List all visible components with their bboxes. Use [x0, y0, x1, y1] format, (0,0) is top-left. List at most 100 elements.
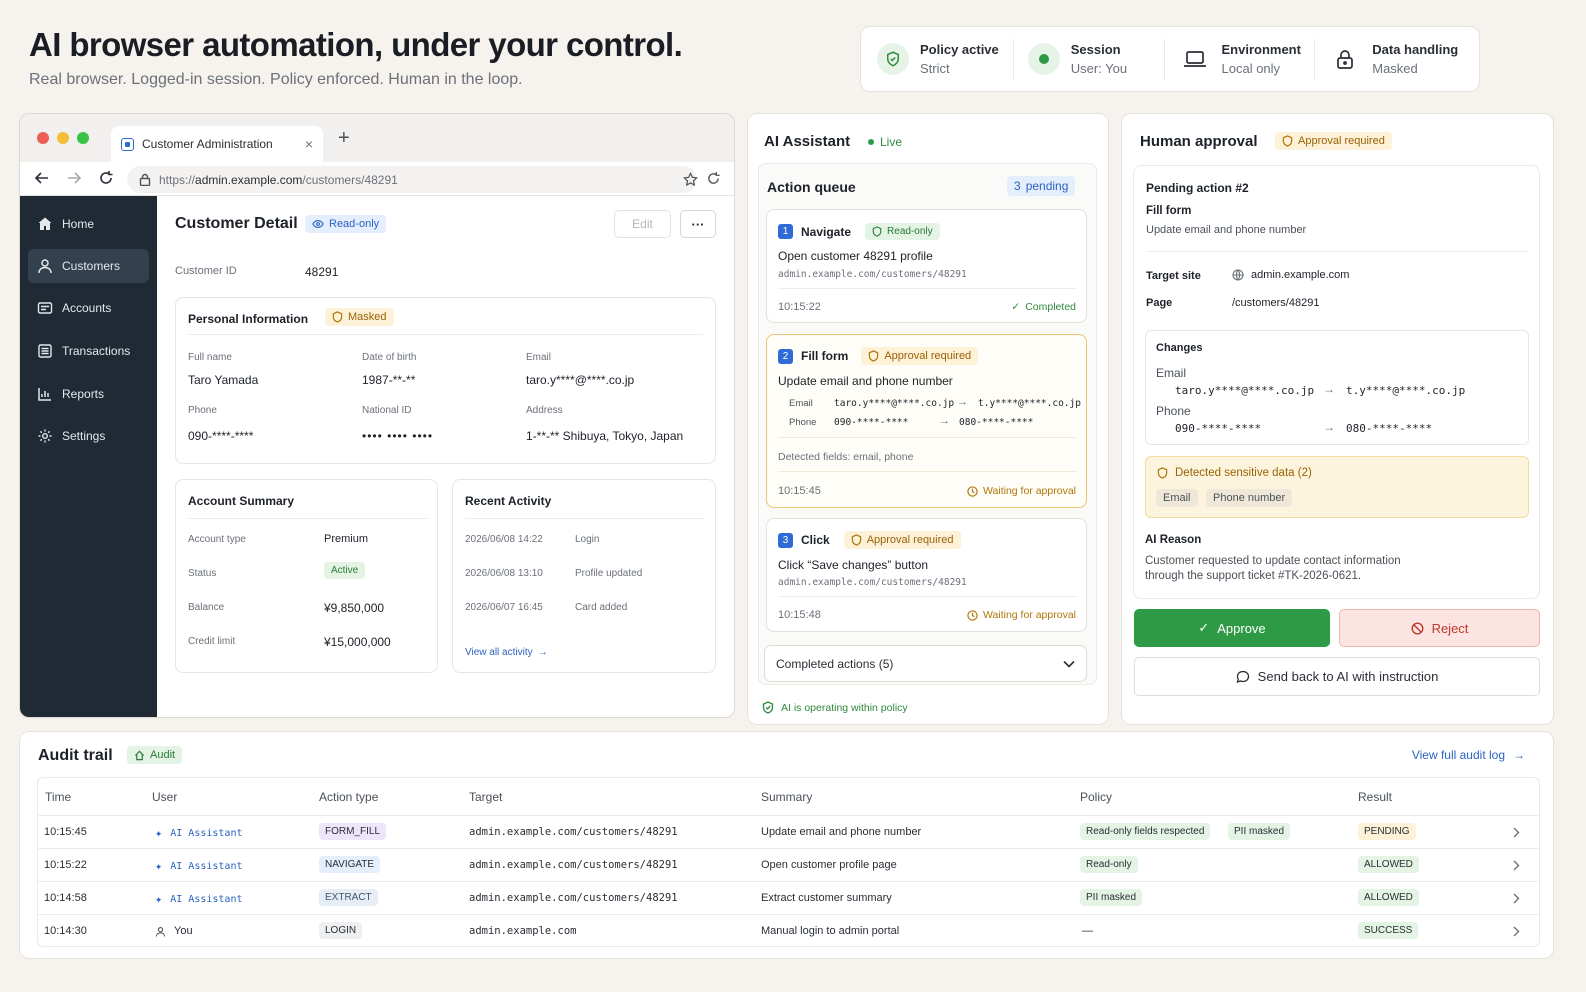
completed-actions-dropdown[interactable]: Completed actions (5) — [764, 645, 1087, 682]
chevron-right-icon[interactable] — [1513, 860, 1520, 871]
lock-icon — [1329, 43, 1361, 75]
sensitive-tag-email: Email — [1156, 489, 1198, 507]
arrow-right-icon: → — [1323, 382, 1335, 396]
chevron-right-icon[interactable] — [1513, 827, 1520, 838]
check-icon: ✓ — [1198, 620, 1210, 635]
laptop-icon — [1179, 43, 1211, 75]
pending-action-card: Pending action #2 Fill form Update email… — [1133, 165, 1540, 599]
chevron-right-icon[interactable] — [1513, 893, 1520, 904]
close-window-button[interactable] — [37, 132, 49, 144]
ai-assistant-title: AI Assistant — [764, 133, 851, 150]
recent-activity-card: Recent Activity 2026/06/08 14:22 Login 2… — [452, 479, 716, 673]
table-row[interactable]: 10:15:45 ✦ AI Assistant FORM_FILL admin.e… — [37, 815, 1540, 848]
shield-icon — [1157, 467, 1168, 479]
sidebar-item-customers[interactable]: Customers — [28, 249, 149, 283]
browser-window: Customer Administration × + https://admi… — [19, 113, 735, 718]
home-icon — [134, 750, 145, 760]
customer-id-value: 48291 — [305, 265, 339, 279]
shield-icon — [1282, 135, 1293, 147]
phone-value: 090-****-**** — [188, 429, 254, 443]
result-badge: ALLOWED — [1358, 889, 1419, 906]
shield-check-icon — [877, 43, 909, 75]
bookmark-star-icon[interactable] — [683, 172, 698, 187]
queue-item-fill-form[interactable]: 2 Fill form Approval required Update ema… — [766, 334, 1087, 508]
sensitive-tag-phone: Phone number — [1206, 489, 1293, 507]
close-tab-icon[interactable]: × — [305, 136, 313, 152]
action-type-badge: NAVIGATE — [319, 856, 381, 873]
queue-item-click[interactable]: 3 Click Approval required Click “Save ch… — [766, 518, 1087, 632]
arrow-right-icon: → — [957, 396, 968, 408]
shield-icon — [851, 534, 861, 546]
status-policy: Policy active Strict — [875, 39, 1013, 79]
table-row[interactable]: 10:14:58 ✦ AI Assistant EXTRACT admin.exa… — [37, 881, 1540, 914]
action-type-badge: LOGIN — [319, 922, 363, 939]
sparkle-icon: ✦ — [155, 826, 163, 840]
status-bar: Policy active Strict Session User: You Env… — [860, 26, 1480, 92]
arrow-right-icon: → — [1323, 420, 1335, 434]
new-tab-button[interactable]: + — [338, 128, 350, 148]
policy-badge: PII masked — [1228, 823, 1291, 840]
gear-icon — [38, 429, 52, 443]
sparkle-icon: ✦ — [155, 892, 163, 906]
arrow-right-icon: → — [537, 647, 548, 658]
view-all-activity-link[interactable]: View all activity → — [465, 647, 548, 658]
browser-tabbar: Customer Administration × + — [20, 114, 734, 162]
action-type-badge: FORM_FILL — [319, 823, 387, 840]
policy-badge: Read-only — [1080, 856, 1138, 873]
page-title: AI browser automation, under your contro… — [29, 26, 683, 63]
account-summary-card: Account Summary Account type Premium Sta… — [175, 479, 438, 673]
completed-status: ✓ Completed — [1011, 301, 1076, 313]
pending-count-badge: 3 pending — [1007, 176, 1076, 196]
policy-badge: Read-only fields respected — [1080, 823, 1211, 840]
shield-icon — [332, 311, 343, 323]
clock-icon — [967, 485, 978, 497]
approve-button[interactable]: ✓ Approve — [1134, 609, 1330, 647]
view-full-audit-log-link[interactable]: View full audit log → — [1412, 748, 1525, 762]
list-icon — [38, 344, 52, 358]
extension-icon[interactable] — [706, 171, 721, 186]
message-icon — [1236, 670, 1249, 683]
sidebar-item-reports[interactable]: Reports — [28, 377, 149, 411]
address-bar[interactable]: https://admin.example.com/customers/4829… — [127, 166, 698, 193]
reload-icon[interactable] — [98, 170, 114, 186]
check-icon: ✓ — [1011, 301, 1021, 313]
sidebar-item-home[interactable]: Home — [28, 207, 149, 241]
queue-item-navigate[interactable]: 1 Navigate Read-only Open customer 48291… — [766, 209, 1087, 323]
ai-assistant-panel: AI Assistant Live Action queue 3 pending … — [747, 113, 1109, 725]
green-dot-icon — [868, 139, 874, 145]
globe-icon — [1232, 269, 1244, 281]
personal-information-card: Personal Information Masked Full name Ta… — [175, 297, 716, 464]
edit-button[interactable]: Edit — [614, 210, 671, 238]
table-row[interactable]: 10:15:22 ✦ AI Assistant NAVIGATE admin.ex… — [37, 848, 1540, 881]
send-back-button[interactable]: Send back to AI with instruction — [1134, 657, 1540, 696]
action-type-badge: EXTRACT — [319, 889, 378, 906]
read-only-badge: Read-only — [865, 223, 940, 240]
maximize-window-button[interactable] — [77, 132, 89, 144]
email-value: taro.y****@****.co.jp — [526, 373, 635, 387]
back-arrow-icon[interactable] — [34, 170, 50, 186]
sidebar-item-transactions[interactable]: Transactions — [28, 334, 149, 368]
status-environment: Environment Local only — [1163, 39, 1315, 79]
sidebar-item-settings[interactable]: Settings — [28, 419, 149, 453]
browser-tab[interactable]: Customer Administration × — [111, 126, 323, 162]
reject-button[interactable]: Reject — [1339, 609, 1540, 647]
user-icon — [38, 259, 52, 274]
wallet-icon — [37, 302, 53, 314]
green-dot-icon — [1027, 43, 1060, 75]
home-icon — [38, 217, 52, 230]
forward-arrow-icon[interactable] — [66, 170, 82, 186]
more-options-button[interactable]: ··· — [680, 210, 716, 238]
table-row[interactable]: 10:14:30 You LOGIN admin.example.com Man… — [37, 914, 1540, 947]
national-id-value: •••• •••• •••• — [362, 429, 434, 443]
chevron-right-icon[interactable] — [1513, 926, 1520, 937]
minimize-window-button[interactable] — [57, 132, 69, 144]
sidebar-item-accounts[interactable]: Accounts — [28, 291, 149, 325]
human-approval-title: Human approval — [1140, 133, 1258, 150]
approval-required-badge: Approval required — [1275, 132, 1392, 150]
shield-check-icon — [872, 226, 882, 237]
customer-id-label: Customer ID — [175, 265, 237, 277]
result-badge: ALLOWED — [1358, 856, 1419, 873]
result-badge: SUCCESS — [1358, 922, 1419, 939]
audit-trail-title: Audit trail — [38, 747, 113, 764]
chevron-down-icon — [1063, 660, 1075, 668]
